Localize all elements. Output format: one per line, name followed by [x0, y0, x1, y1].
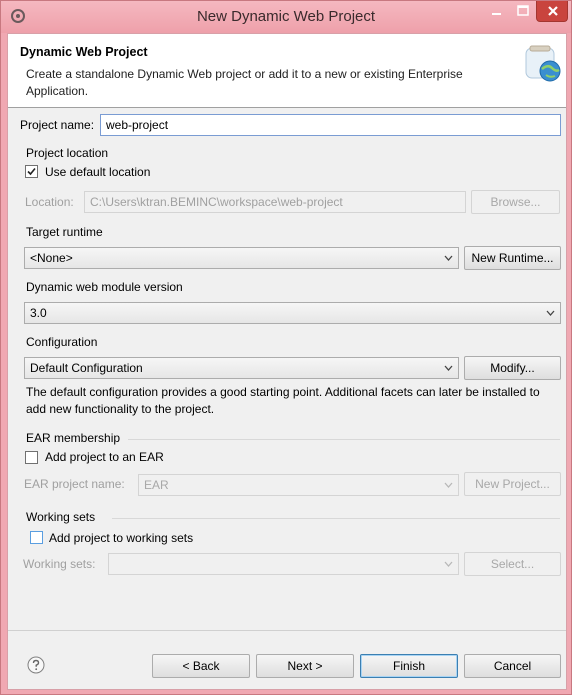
chevron-down-icon [444, 365, 453, 371]
add-to-working-sets-label: Add project to working sets [49, 531, 194, 545]
finish-button[interactable]: Finish [360, 654, 458, 678]
configuration-description: The default configuration provides a goo… [26, 385, 540, 416]
dialog-window: New Dynamic Web Project Dynamic Web Proj… [0, 0, 572, 695]
module-version-label: Dynamic web module version [26, 280, 183, 294]
dialog-body: Dynamic Web Project Create a standalone … [7, 33, 567, 690]
module-version-value: 3.0 [30, 306, 47, 320]
module-version-select[interactable]: 3.0 [24, 302, 561, 324]
configuration-label: Configuration [26, 335, 98, 349]
title-bar[interactable]: New Dynamic Web Project [1, 1, 571, 33]
ear-membership-group-label: EAR membership [26, 431, 121, 445]
project-name-label: Project name: [20, 118, 95, 132]
working-sets-label: Working sets: [23, 557, 96, 571]
working-sets-select[interactable] [108, 553, 459, 575]
minimize-icon [492, 13, 501, 15]
chevron-down-icon [546, 310, 555, 316]
use-default-location-checkbox[interactable] [25, 165, 38, 178]
chevron-down-icon [444, 482, 453, 488]
chevron-down-icon [444, 255, 453, 261]
cancel-button[interactable]: Cancel [464, 654, 561, 678]
target-runtime-label: Target runtime [26, 225, 103, 239]
group-divider [128, 439, 560, 440]
ear-project-name-value: EAR [144, 478, 169, 492]
browse-button[interactable]: Browse... [471, 190, 560, 214]
ear-project-name-label: EAR project name: [24, 477, 125, 491]
maximize-icon [517, 5, 529, 16]
add-to-ear-checkbox[interactable] [25, 451, 38, 464]
help-icon[interactable] [27, 656, 45, 674]
minimize-button[interactable] [483, 1, 510, 22]
add-to-ear-label: Add project to an EAR [45, 450, 164, 464]
project-location-group-label: Project location [26, 146, 109, 160]
configuration-value: Default Configuration [30, 361, 143, 375]
working-sets-group-label: Working sets [26, 510, 96, 524]
next-button[interactable]: Next > [256, 654, 354, 678]
web-globe-jar-icon [525, 45, 561, 82]
target-runtime-select[interactable]: <None> [24, 247, 459, 269]
maximize-button[interactable] [510, 1, 536, 22]
close-button[interactable] [536, 1, 568, 22]
wizard-description: Create a standalone Dynamic Web project … [26, 67, 463, 98]
configuration-select[interactable]: Default Configuration [24, 357, 459, 379]
modify-button[interactable]: Modify... [464, 356, 561, 380]
use-default-location-label: Use default location [45, 165, 151, 179]
target-runtime-value: <None> [30, 251, 73, 265]
location-label: Location: [25, 195, 74, 209]
footer-divider [8, 630, 566, 631]
close-icon [548, 6, 558, 16]
location-input[interactable]: C:\Users\ktran.BEMINC\workspace\web-proj… [84, 191, 466, 213]
chevron-down-icon [444, 561, 453, 567]
select-button[interactable]: Select... [464, 552, 561, 576]
ear-project-name-select[interactable]: EAR [138, 474, 459, 496]
wizard-title: Dynamic Web Project [20, 45, 148, 59]
back-button[interactable]: < Back [152, 654, 250, 678]
new-project-button[interactable]: New Project... [464, 472, 561, 496]
project-name-input[interactable]: web-project [100, 114, 561, 136]
new-runtime-button[interactable]: New Runtime... [464, 246, 561, 270]
add-to-working-sets-checkbox[interactable] [30, 531, 43, 544]
group-divider [112, 518, 560, 519]
checkmark-icon [27, 167, 36, 176]
wizard-header: Dynamic Web Project Create a standalone … [8, 34, 566, 108]
